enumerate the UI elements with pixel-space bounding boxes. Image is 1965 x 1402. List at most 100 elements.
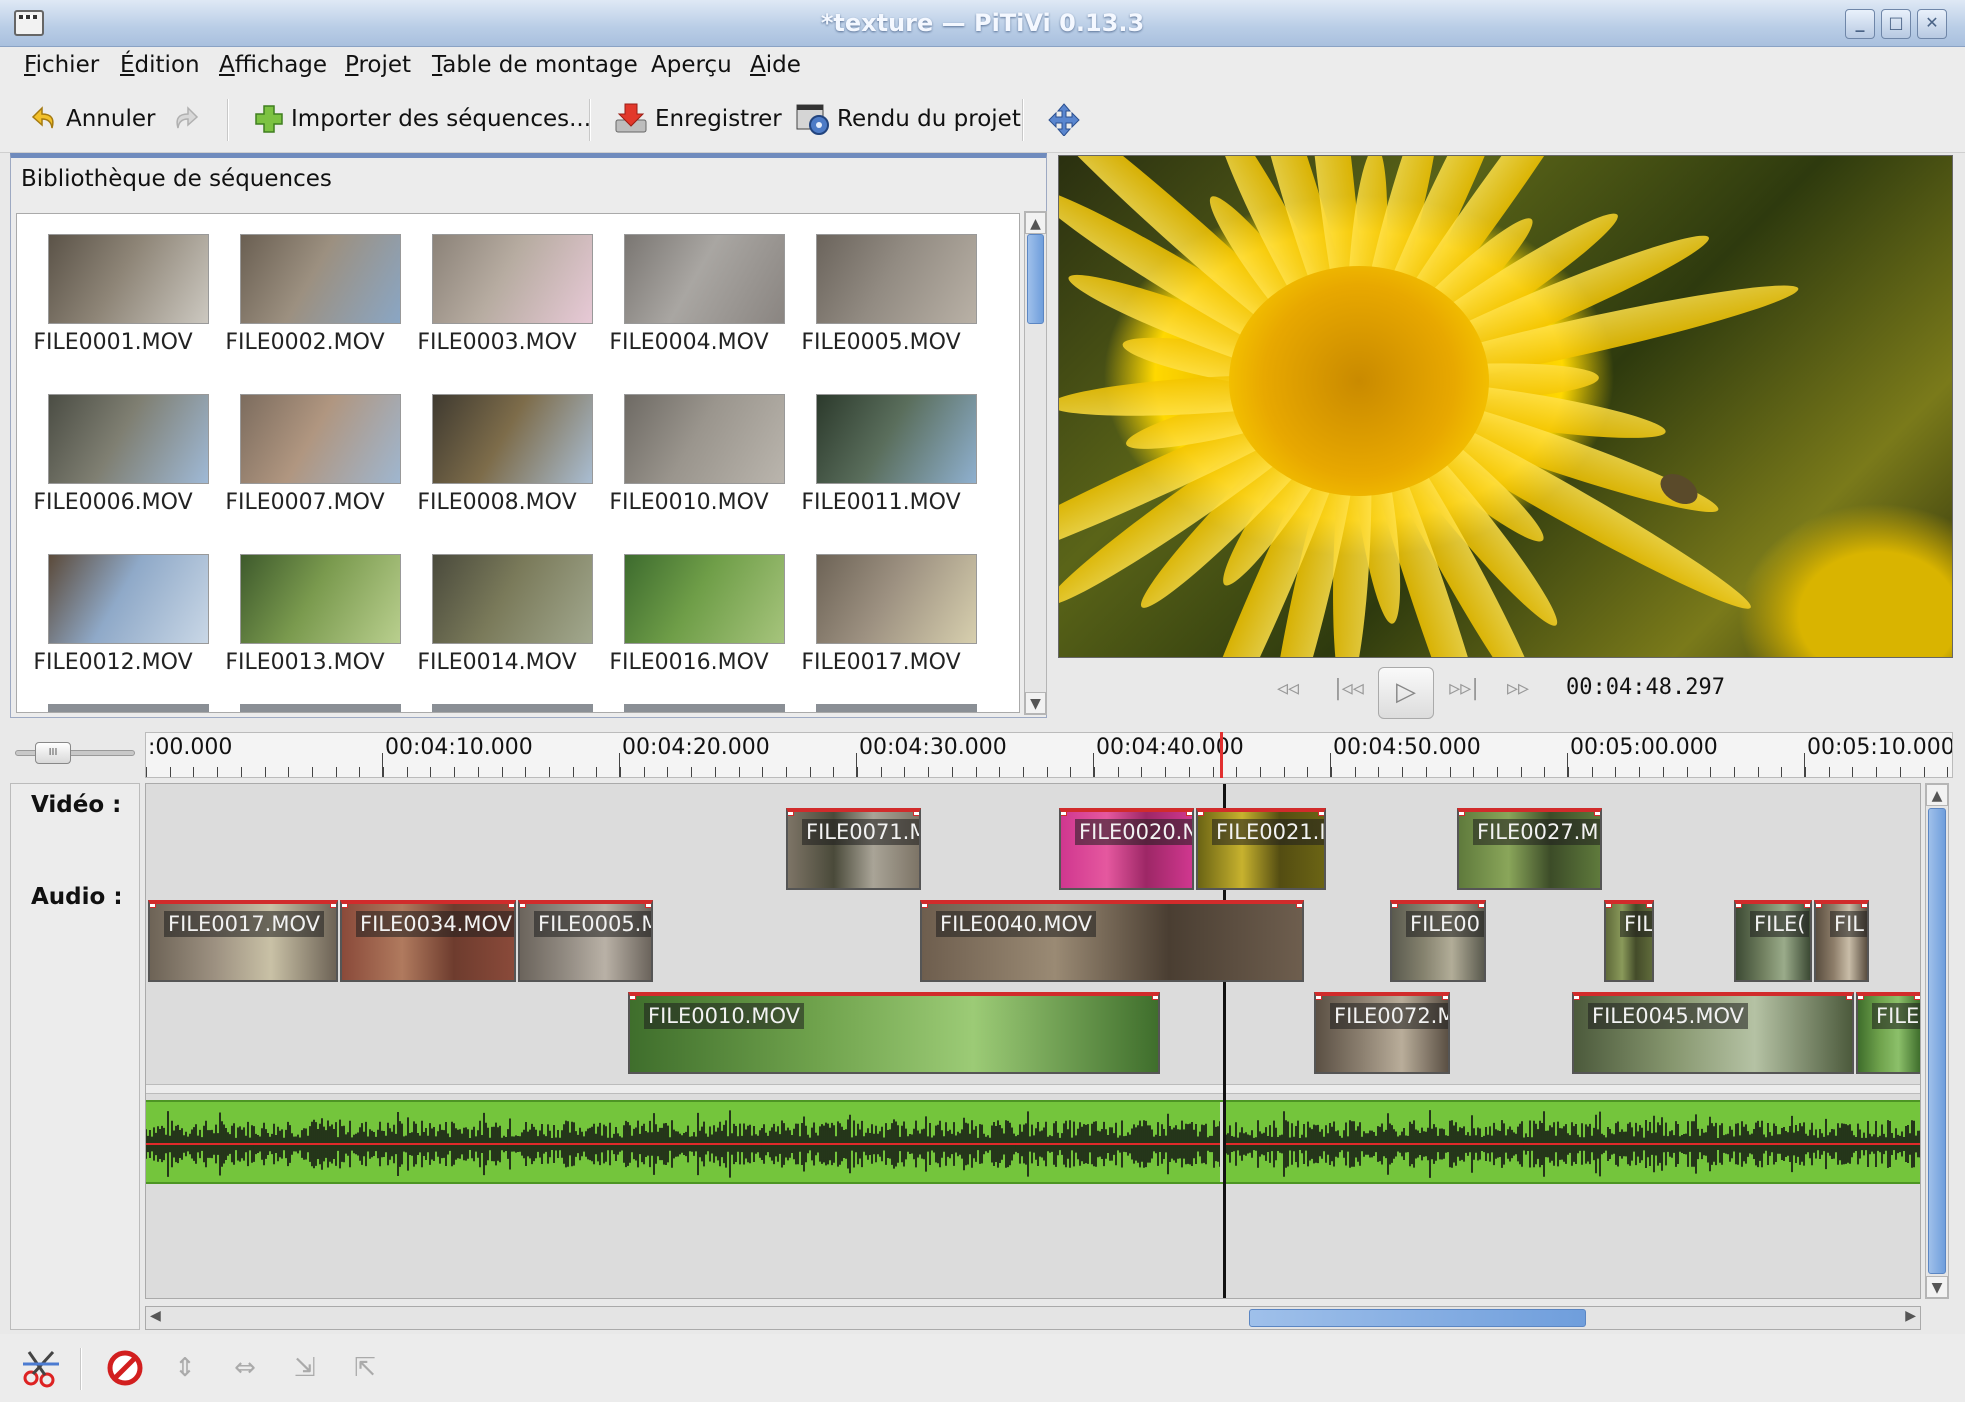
timeline-clip[interactable]: FILE00	[1390, 900, 1486, 982]
clip-trim-handle-right[interactable]	[1804, 904, 1810, 908]
fast-forward-button[interactable]: ▹▹	[1498, 676, 1538, 706]
clip-trim-handle-left[interactable]	[1606, 904, 1612, 908]
clip-thumbnail[interactable]: FILE0013.MOV	[209, 534, 401, 684]
clip-thumbnail[interactable]: FILE0016.MOV	[593, 534, 785, 684]
zoom-slider-track[interactable]	[15, 750, 135, 756]
clip-trim-handle-right[interactable]	[913, 812, 919, 816]
timeline-clip[interactable]: FILE0071.M	[786, 808, 921, 890]
clip-thumbnail[interactable]: FILE0014.MOV	[401, 534, 593, 684]
clip-thumbnail[interactable]: FILE0007.MOV	[209, 374, 401, 524]
clip-trim-handle-right[interactable]	[645, 904, 651, 908]
clip-trim-handle-right[interactable]	[1914, 996, 1920, 1000]
clip-trim-handle-left[interactable]	[520, 904, 526, 908]
clip-trim-handle-right[interactable]	[1152, 996, 1158, 1000]
clip-trim-handle-left[interactable]	[342, 904, 348, 908]
timeline-clip[interactable]: FILE0005.M	[518, 900, 653, 982]
clip-thumbnail[interactable]: FILE0011.MOV	[785, 374, 977, 524]
ungroup-icon[interactable]: ⇲	[284, 1348, 326, 1390]
clip-trim-handle-right[interactable]	[1594, 812, 1600, 816]
clip-trim-handle-right[interactable]	[1296, 904, 1302, 908]
play-button[interactable]: ▷	[1378, 667, 1434, 719]
scroll-thumb[interactable]	[1027, 234, 1044, 324]
redo-button[interactable]	[170, 99, 200, 139]
timeline-clip[interactable]: FILE0072.M	[1314, 992, 1450, 1074]
clip-thumbnail[interactable]: FILE0005.MOV	[785, 214, 977, 364]
timeline-clip[interactable]: FILE0040.MOV	[920, 900, 1304, 982]
clip-trim-handle-right[interactable]	[1442, 996, 1448, 1000]
clip-trim-handle-left[interactable]	[788, 812, 794, 816]
timeline-clip[interactable]: FILE0021.I	[1196, 808, 1326, 890]
timeline-clip[interactable]: FILE0020.N	[1059, 808, 1194, 890]
scroll-left-icon[interactable]: ◀	[150, 1308, 161, 1324]
zoom-slider-handle[interactable]: III	[35, 742, 71, 764]
clip-thumbnail[interactable]: FILE0004.MOV	[593, 214, 785, 364]
clip-thumbnail[interactable]: FILE0008.MOV	[401, 374, 593, 524]
fullscreen-button[interactable]	[1045, 99, 1083, 139]
playhead-marker[interactable]	[1220, 732, 1223, 778]
delete-icon[interactable]	[104, 1348, 146, 1390]
menu-aide[interactable]: Aide	[750, 52, 801, 78]
goto-end-button[interactable]: ▹▹|	[1438, 676, 1490, 706]
close-button[interactable]: ✕	[1917, 9, 1947, 39]
clip-trim-handle-right[interactable]	[1478, 904, 1484, 908]
clip-trim-handle-left[interactable]	[922, 904, 928, 908]
clip-trim-handle-left[interactable]	[1198, 812, 1204, 816]
timeline-clip[interactable]: FILE0034.MOV	[340, 900, 516, 982]
clip-trim-handle-left[interactable]	[1316, 996, 1322, 1000]
library-scrollbar[interactable]: ▲ ▼	[1024, 211, 1047, 715]
unlink-icon[interactable]: ⇕	[164, 1348, 206, 1390]
clip-trim-handle-left[interactable]	[1816, 904, 1822, 908]
clip-trim-handle-right[interactable]	[1186, 812, 1192, 816]
timeline-clip[interactable]: FILE(	[1856, 992, 1920, 1074]
clip-thumbnail[interactable]: FILE0002.MOV	[209, 214, 401, 364]
clip-thumbnail[interactable]: FILE0006.MOV	[17, 374, 209, 524]
clip-thumbnail[interactable]: FILE0001.MOV	[17, 214, 209, 364]
menu-edition[interactable]: Édition	[120, 52, 200, 78]
menu-affichage[interactable]: Affichage	[219, 52, 327, 78]
minimize-button[interactable]: _	[1845, 9, 1875, 39]
clip-trim-handle-left[interactable]	[1574, 996, 1580, 1000]
timeline-vertical-scrollbar[interactable]: ▲ ▼	[1925, 783, 1949, 1299]
timeline-ruler[interactable]: :00.000 00:04:10.000 00:04:20.000 00:04:30.…	[145, 732, 1953, 778]
menu-projet[interactable]: Projet	[345, 52, 411, 78]
clip-trim-handle-right[interactable]	[330, 904, 336, 908]
maximize-button[interactable]: □	[1881, 9, 1911, 39]
clip-trim-handle-left[interactable]	[1736, 904, 1742, 908]
timeline-clip[interactable]: FILE0010.MOV	[628, 992, 1160, 1074]
timeline-horizontal-scrollbar[interactable]: ◀ ▶	[145, 1306, 1921, 1330]
scroll-thumb[interactable]	[1249, 1309, 1586, 1327]
clip-thumbnail[interactable]: FILE0012.MOV	[17, 534, 209, 684]
clip-trim-handle-right[interactable]	[1861, 904, 1867, 908]
scroll-down-button[interactable]: ▼	[1926, 1276, 1948, 1298]
split-scissors-icon[interactable]	[20, 1348, 62, 1390]
group-icon[interactable]: ⇱	[344, 1348, 386, 1390]
render-project-button[interactable]: Rendu du projet	[795, 99, 1021, 139]
timeline-tracks[interactable]: FILE0071.M FILE0020.N FILE0021.I FILE0027.M…	[145, 783, 1921, 1299]
clip-thumbnail[interactable]: FILE0003.MOV	[401, 214, 593, 364]
menu-table-de-montage[interactable]: Table de montage	[432, 52, 638, 78]
timeline-clip[interactable]: FIL	[1604, 900, 1654, 982]
clip-trim-handle-left[interactable]	[1459, 812, 1465, 816]
undo-button[interactable]: Annuler	[30, 99, 155, 139]
rewind-button[interactable]: ◃◃	[1268, 676, 1308, 706]
clip-thumbnail[interactable]: FILE0017.MOV	[785, 534, 977, 684]
scroll-right-icon[interactable]: ▶	[1905, 1308, 1916, 1324]
clip-trim-handle-left[interactable]	[150, 904, 156, 908]
save-button[interactable]: Enregistrer	[613, 99, 782, 139]
menu-apercu[interactable]: Aperçu	[651, 52, 732, 78]
timeline-clip[interactable]: FILE0017.MOV	[148, 900, 338, 982]
clip-trim-handle-right[interactable]	[1646, 904, 1652, 908]
goto-start-button[interactable]: |◃◃	[1323, 676, 1375, 706]
clip-trim-handle-left[interactable]	[1858, 996, 1864, 1000]
clip-trim-handle-right[interactable]	[508, 904, 514, 908]
menu-fichier[interactable]: Fichier	[24, 52, 99, 78]
scroll-down-button[interactable]: ▼	[1025, 692, 1046, 714]
clip-trim-handle-left[interactable]	[1061, 812, 1067, 816]
clip-thumbnail[interactable]: FILE0010.MOV	[593, 374, 785, 524]
audio-clip-waveform[interactable]	[146, 1100, 1920, 1184]
clip-trim-handle-left[interactable]	[1392, 904, 1398, 908]
link-icon[interactable]: ⇔	[224, 1348, 266, 1390]
clip-trim-handle-left[interactable]	[630, 996, 636, 1000]
scroll-up-button[interactable]: ▲	[1025, 212, 1046, 234]
import-clips-button[interactable]: Importer des séquences...	[253, 99, 591, 139]
